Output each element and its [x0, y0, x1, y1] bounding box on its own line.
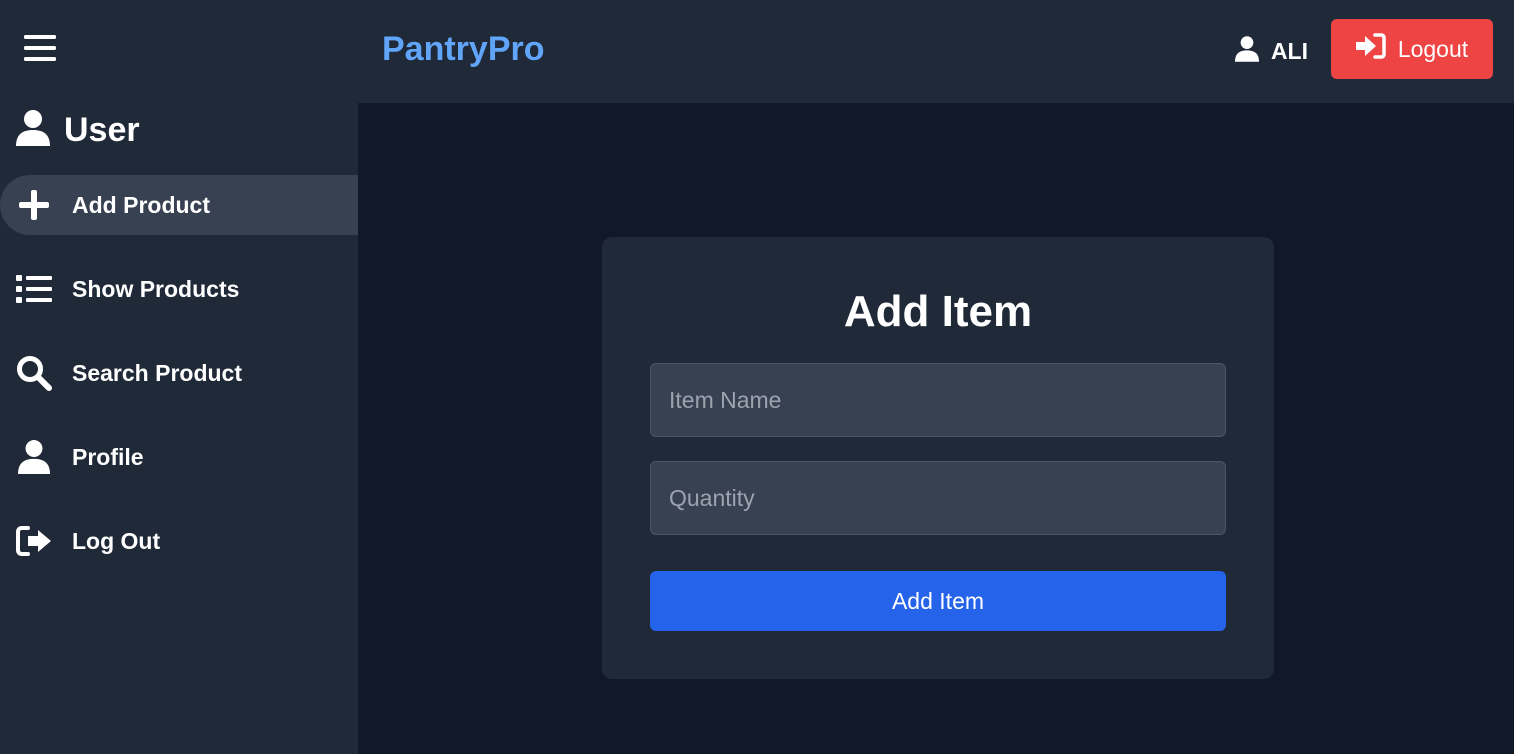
sidebar-heading-label: User: [64, 110, 140, 149]
sign-in-icon: [1355, 33, 1386, 65]
logout-label: Logout: [1397, 35, 1469, 62]
add-item-card: Add Item Add Item: [602, 237, 1274, 679]
user-icon: [16, 439, 52, 475]
sidebar-item-label: Log Out: [72, 527, 161, 554]
top-bar: PantryPro ALI Logout: [358, 0, 1514, 103]
hamburger-icon[interactable]: [24, 32, 56, 64]
sidebar-item-log-out[interactable]: Log Out: [0, 511, 358, 571]
user-icon: [16, 109, 50, 151]
add-item-button[interactable]: Add Item: [650, 571, 1226, 631]
sidebar-item-label: Add Product: [72, 191, 210, 218]
plus-icon: [16, 187, 52, 223]
quantity-input[interactable]: [650, 461, 1226, 535]
sidebar-nav: Add Product Show Products Search Product…: [0, 175, 358, 595]
logout-button[interactable]: Logout: [1331, 19, 1493, 79]
sidebar-item-profile[interactable]: Profile: [0, 427, 358, 487]
user-icon: [1234, 35, 1259, 68]
user-chip: ALI: [1234, 34, 1308, 68]
item-name-input[interactable]: [650, 363, 1226, 437]
sidebar-item-label: Profile: [72, 443, 144, 470]
username: ALI: [1270, 37, 1308, 64]
sidebar-item-show-products[interactable]: Show Products: [0, 259, 358, 319]
sign-out-icon: [16, 523, 52, 559]
sidebar-item-search-product[interactable]: Search Product: [0, 343, 358, 403]
brand-title[interactable]: PantryPro: [382, 30, 545, 69]
sidebar-heading: User: [16, 108, 140, 152]
card-title: Add Item: [843, 287, 1033, 336]
list-icon: [16, 271, 52, 307]
search-icon: [16, 355, 52, 391]
sidebar: User Add Product Show Products Search Pr…: [0, 0, 358, 754]
app: User Add Product Show Products Search Pr…: [0, 0, 1514, 754]
sidebar-item-label: Search Product: [72, 359, 242, 386]
sidebar-item-add-product[interactable]: Add Product: [0, 175, 358, 235]
sidebar-item-label: Show Products: [72, 275, 240, 302]
